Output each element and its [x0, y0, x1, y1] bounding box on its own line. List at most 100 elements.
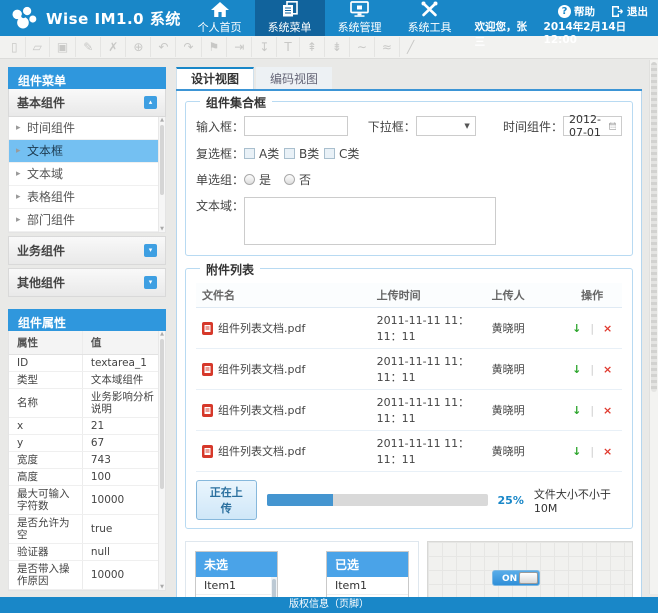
- scroll-down-icon[interactable]: ▼: [159, 226, 165, 232]
- radio-icon[interactable]: [244, 174, 255, 185]
- file-name-link[interactable]: 组件列表文档.pdf: [218, 443, 305, 459]
- download-icon[interactable]: ↓: [572, 363, 581, 376]
- help-button[interactable]: ? 帮助: [558, 4, 595, 19]
- file-name-link[interactable]: 组件列表文档.pdf: [218, 361, 305, 377]
- uploading-button[interactable]: 正在上传: [196, 480, 257, 520]
- sidebar: 组件菜单 基本组件 ▴ ▸ 时间组件 ▸ 文本框 ▸ 文本域: [8, 67, 166, 591]
- nav-item-personal-home[interactable]: 个人首页: [185, 0, 255, 36]
- delete-icon[interactable]: ×: [603, 322, 612, 335]
- download-icon[interactable]: ↓: [572, 322, 581, 335]
- checkbox-icon[interactable]: [284, 148, 295, 159]
- radio-yes[interactable]: 是: [244, 171, 281, 188]
- table-row[interactable]: IDtextarea_1: [9, 355, 165, 372]
- item-caret-icon: ▸: [16, 214, 21, 226]
- list-item[interactable]: Item1: [196, 577, 277, 595]
- delete-icon[interactable]: ×: [603, 363, 612, 376]
- table-row[interactable]: x21: [9, 418, 165, 435]
- menu-item-time-component[interactable]: ▸ 时间组件: [9, 117, 165, 140]
- table-row[interactable]: 名称业务影响分析说明: [9, 389, 165, 418]
- expand-icon[interactable]: ▾: [144, 276, 157, 289]
- checkbox-class-c[interactable]: C类: [324, 145, 361, 162]
- table-row[interactable]: 验证器null: [9, 544, 165, 561]
- text-input[interactable]: [244, 116, 348, 136]
- uploader: 黄晓明: [486, 349, 563, 390]
- expand-icon[interactable]: ▾: [144, 244, 157, 257]
- nav-item-system-management[interactable]: 系统管理: [325, 0, 395, 36]
- logout-button[interactable]: 退出: [611, 4, 648, 19]
- scroll-up-icon[interactable]: ▲: [159, 117, 165, 123]
- new-doc-icon[interactable]: ▯: [4, 37, 26, 57]
- menu-scrollbar[interactable]: ▲ ▼: [158, 117, 165, 232]
- calendar-icon[interactable]: [609, 120, 616, 132]
- line-icon[interactable]: ∼: [350, 37, 375, 57]
- date-picker[interactable]: 2012-07-01: [563, 116, 622, 136]
- flag-icon[interactable]: ⚑: [202, 37, 228, 57]
- checkbox-class-b[interactable]: B类: [284, 145, 321, 162]
- delete-icon[interactable]: ×: [603, 404, 612, 417]
- textarea-field[interactable]: [244, 197, 496, 245]
- doc-down-icon[interactable]: ⇟: [325, 37, 350, 57]
- accordion-business-components[interactable]: 业务组件 ▾: [8, 236, 166, 265]
- list-item[interactable]: Item1: [327, 577, 408, 595]
- publish-icon[interactable]: ⊕: [126, 37, 151, 57]
- date-value: 2012-07-01: [569, 113, 609, 139]
- nav-item-system-menu[interactable]: 系统菜单: [255, 0, 325, 36]
- file-name-link[interactable]: 组件列表文档.pdf: [218, 320, 305, 336]
- open-folder-icon[interactable]: ▱: [26, 37, 50, 57]
- column-header: 文件名: [196, 283, 371, 308]
- download-icon[interactable]: ↓: [572, 445, 581, 458]
- scroll-up-icon[interactable]: ▲: [159, 331, 165, 337]
- table-row[interactable]: 类型文本域组件: [9, 372, 165, 389]
- tab-code-view[interactable]: 编码视图: [256, 67, 332, 89]
- monitor-icon: [350, 1, 369, 17]
- accordion-basic-components[interactable]: 基本组件 ▴: [8, 89, 166, 117]
- nav-item-system-tools[interactable]: 系统工具: [395, 0, 465, 36]
- toggle-on-switch[interactable]: ON: [492, 570, 540, 586]
- indent-icon[interactable]: ⇥: [227, 37, 252, 57]
- table-row[interactable]: 最大可输入字符数10000: [9, 486, 165, 515]
- undo-icon[interactable]: ↶: [151, 37, 176, 57]
- menu-item-table-component[interactable]: ▸ 表格组件: [9, 186, 165, 209]
- menu-item-department-component[interactable]: ▸ 部门组件: [9, 209, 165, 232]
- collapse-icon[interactable]: ▴: [144, 96, 157, 109]
- component-menu-list: ▸ 时间组件 ▸ 文本框 ▸ 文本域 ▸ 表格组件 ▸ 部门组件: [8, 117, 166, 233]
- accordion-other-components[interactable]: 其他组件 ▾: [8, 268, 166, 297]
- radio-icon[interactable]: [284, 174, 295, 185]
- chevron-down-icon: ▼: [464, 122, 469, 130]
- main-nav: 个人首页 系统菜单 系统管理: [185, 0, 465, 36]
- page-scrollbar[interactable]: [649, 60, 658, 594]
- download-icon[interactable]: ↧: [252, 37, 277, 57]
- accordion-label: 其他组件: [17, 274, 65, 291]
- save-icon[interactable]: ▣: [50, 37, 76, 57]
- column-header: 操作: [562, 283, 622, 308]
- checkbox-class-a[interactable]: A类: [244, 145, 281, 162]
- pencil-icon[interactable]: ╱: [400, 37, 421, 57]
- select-label: 下拉框：: [368, 118, 416, 135]
- logo-icon: [10, 6, 38, 30]
- delete-icon[interactable]: ×: [603, 445, 612, 458]
- text-icon[interactable]: T: [277, 37, 299, 57]
- edit-doc-icon[interactable]: ✎: [76, 37, 101, 57]
- toggle-knob[interactable]: [519, 572, 538, 584]
- table-row[interactable]: 是否允许为空true: [9, 515, 165, 544]
- scroll-down-icon[interactable]: ▼: [159, 584, 165, 590]
- checkbox-icon[interactable]: [324, 148, 335, 159]
- tab-design-view[interactable]: 设计视图: [176, 67, 254, 89]
- table-row[interactable]: 是否带入操作原因10000: [9, 561, 165, 590]
- properties-scrollbar[interactable]: ▲ ▼: [158, 331, 165, 590]
- checkbox-icon[interactable]: [244, 148, 255, 159]
- redo-icon[interactable]: ↷: [176, 37, 201, 57]
- menu-item-textarea[interactable]: ▸ 文本域: [9, 163, 165, 186]
- radio-no[interactable]: 否: [284, 171, 321, 188]
- download-icon[interactable]: ↓: [572, 404, 581, 417]
- table-row[interactable]: y67: [9, 435, 165, 452]
- dropdown-select[interactable]: ▼: [416, 116, 476, 136]
- menu-item-textbox[interactable]: ▸ 文本框: [9, 140, 165, 163]
- delete-icon[interactable]: ✗: [101, 37, 126, 57]
- file-name-link[interactable]: 组件列表文档.pdf: [218, 402, 305, 418]
- curve-icon[interactable]: ≈: [375, 37, 400, 57]
- table-row[interactable]: 高度100: [9, 469, 165, 486]
- table-row[interactable]: 宽度743: [9, 452, 165, 469]
- table-row[interactable]: 是否允许为空true: [9, 590, 165, 592]
- doc-up-icon[interactable]: ⇞: [300, 37, 325, 57]
